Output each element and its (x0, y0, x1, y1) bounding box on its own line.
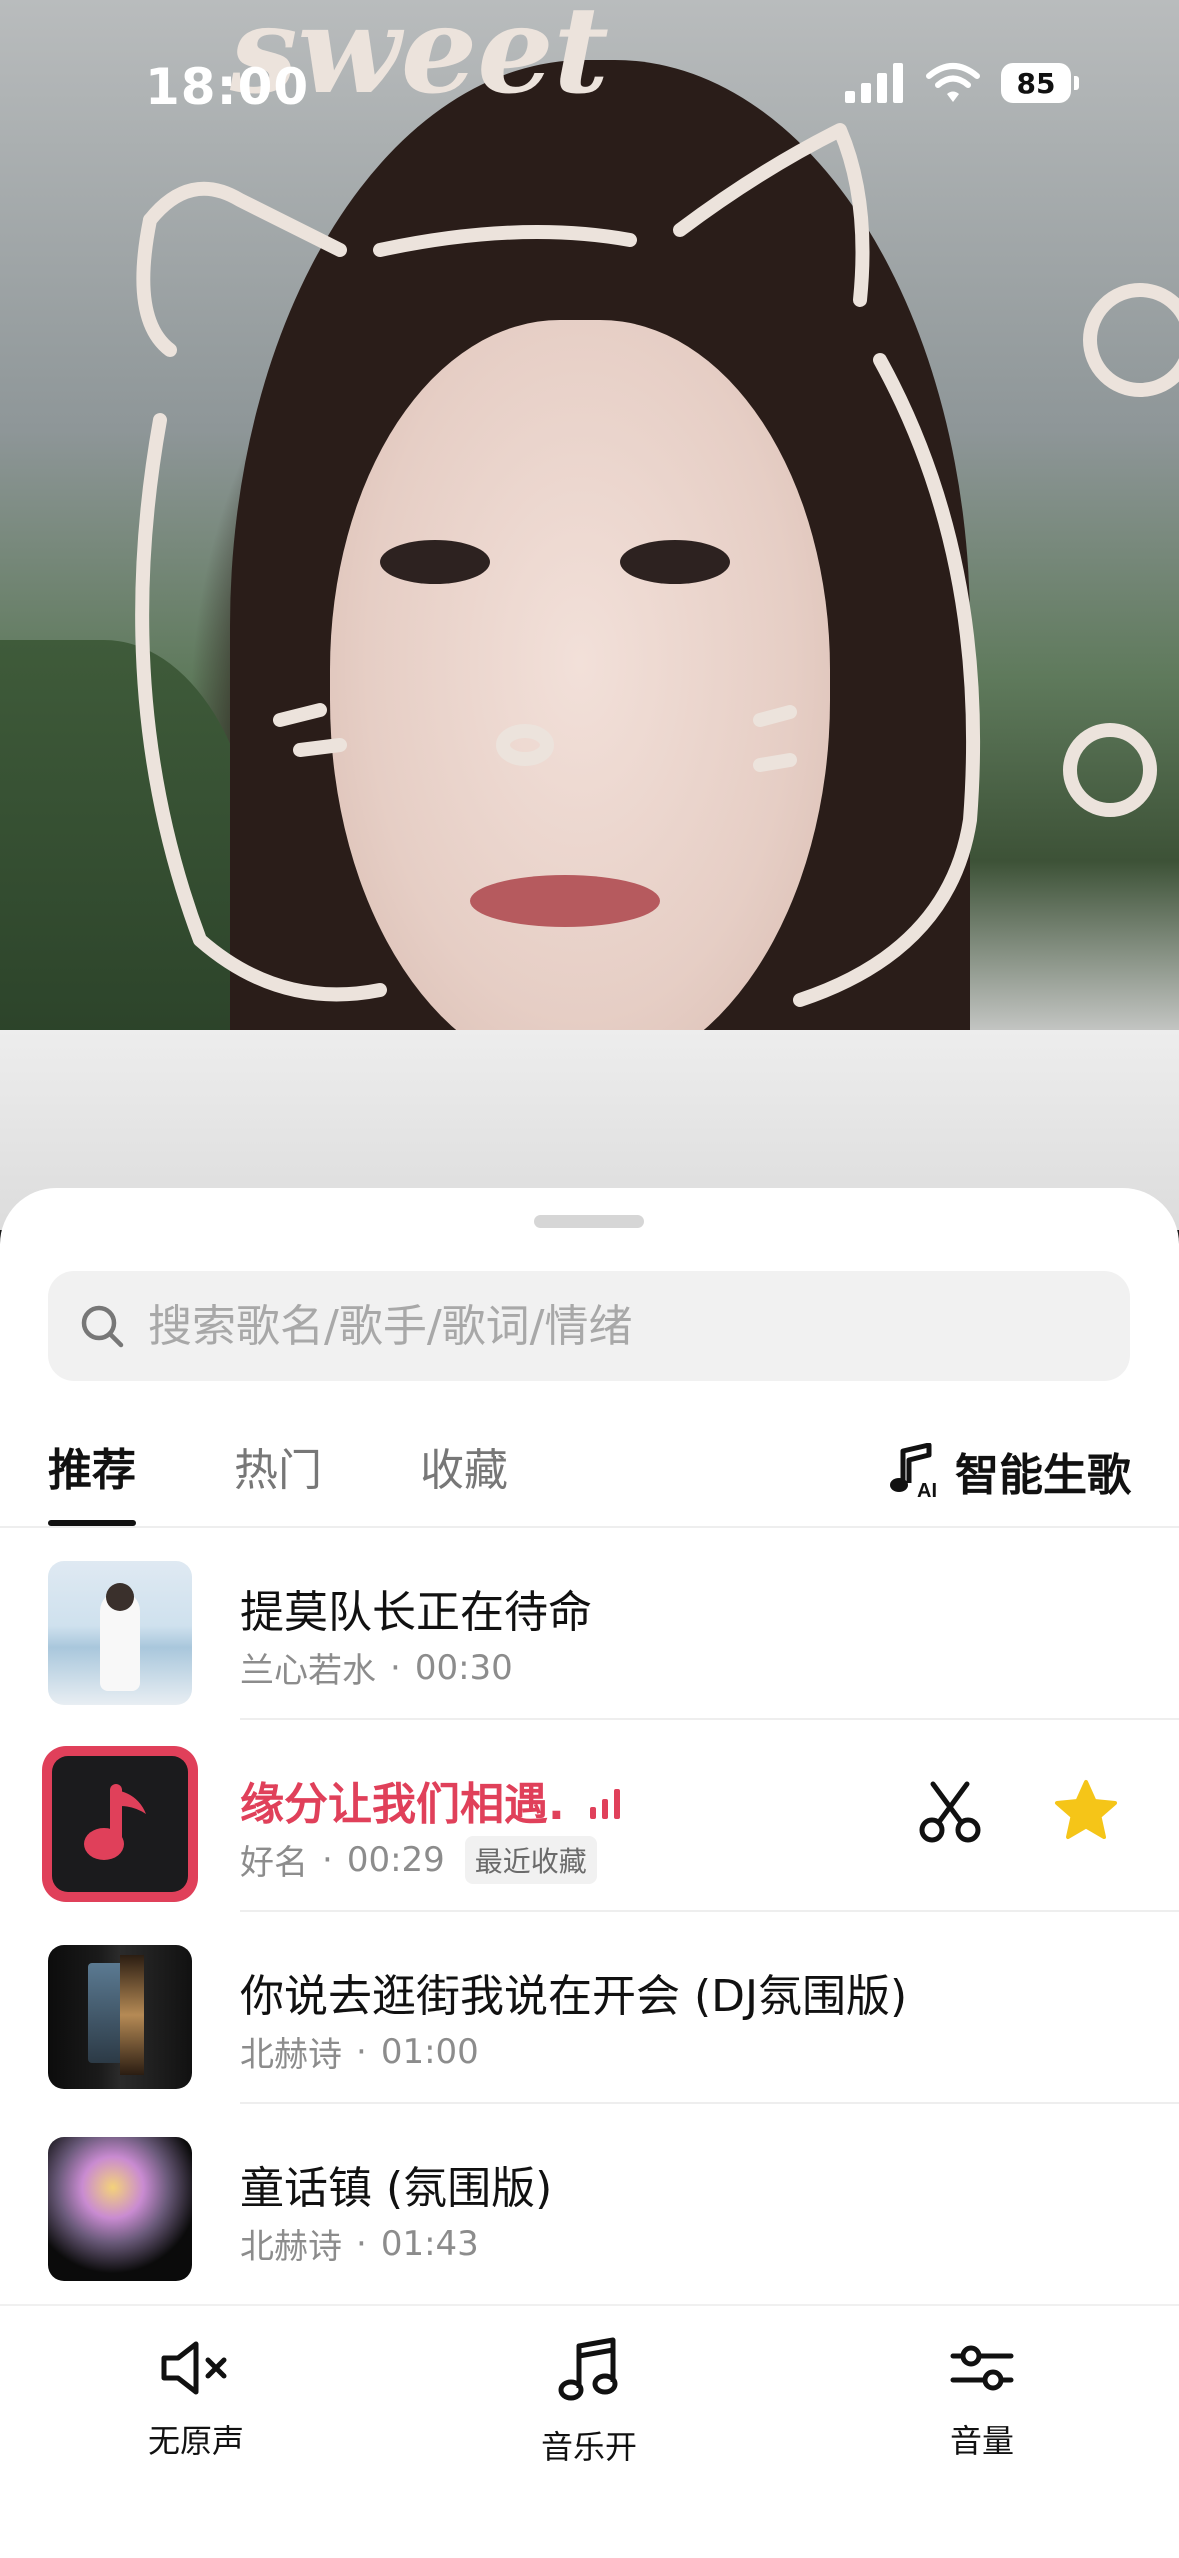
camera-preview: sweet (0, 0, 1179, 1230)
song-row[interactable]: 提莫队长正在待命 兰心若水 · 00:30 (0, 1528, 1179, 1720)
cat-doodle-sticker (135, 123, 1179, 1007)
meta-separator: · (356, 2031, 367, 2072)
favorite-star-icon[interactable] (1053, 1778, 1119, 1844)
song-cover (48, 1561, 192, 1705)
song-artist: 好名 (240, 1843, 308, 1883)
song-duration: 01:00 (380, 2031, 479, 2072)
recent-favorite-badge: 最近收藏 (464, 1835, 597, 1884)
scissors-icon[interactable] (917, 1778, 983, 1844)
song-meta: 兰心若水 · 00:30 (240, 1643, 513, 1692)
sliders-icon (950, 2345, 1014, 2391)
song-meta: 北赫诗 · 01:43 (240, 2219, 479, 2268)
song-list: 提莫队长正在待命 兰心若水 · 00:30 缘分让我们相遇. 好名 · 00:2… (0, 1528, 1179, 2296)
bottom-toolbar: 无原声 音乐开 音量 (0, 2304, 1179, 2558)
search-input[interactable] (146, 1299, 1050, 1353)
song-row[interactable]: 你说去逛街我说在开会 (DJ氛围版) 北赫诗 · 01:00 (0, 1912, 1179, 2104)
meta-separator: · (356, 2223, 367, 2264)
music-note-icon (558, 2337, 618, 2401)
tab-recommended[interactable]: 推荐 (48, 1416, 136, 1526)
song-artist: 北赫诗 (240, 2227, 342, 2267)
song-cover (42, 1746, 198, 1902)
music-toggle-label: 音乐开 (540, 2428, 637, 2466)
sheet-grabber[interactable] (534, 1215, 644, 1228)
music-note-icon (84, 1784, 146, 1860)
song-cover (48, 1945, 192, 2089)
search-icon (81, 1305, 124, 1348)
song-actions (917, 1778, 1119, 1844)
svg-text:AI: AI (917, 1480, 937, 1499)
song-artist: 兰心若水 (240, 1651, 376, 1691)
smart-song-button[interactable]: AI 智能生歌 (889, 1416, 1131, 1526)
meta-separator: · (322, 1839, 333, 1880)
song-duration: 00:30 (414, 1647, 513, 1688)
song-row[interactable]: 童话镇 (氛围版) 北赫诗 · 01:43 (0, 2104, 1179, 2296)
volume-button[interactable]: 音量 (882, 2336, 1082, 2462)
song-title: 缘分让我们相遇. (240, 1768, 624, 1832)
tab-favorites[interactable]: 收藏 (420, 1416, 508, 1526)
status-time: 18:00 (145, 58, 310, 116)
song-duration: 00:29 (346, 1839, 445, 1880)
meta-separator: · (390, 1647, 401, 1688)
mute-original-button[interactable]: 无原声 (96, 2336, 296, 2462)
song-meta: 好名 · 00:29 最近收藏 (240, 1835, 597, 1884)
tab-bar: 推荐 热门 收藏 AI 智能生歌 (0, 1416, 1179, 1526)
wifi-icon (926, 63, 980, 102)
speaker-mute-icon (161, 2341, 227, 2395)
music-ai-icon: AI (890, 1443, 937, 1499)
mute-original-label: 无原声 (147, 2422, 244, 2460)
song-title: 提莫队长正在待命 (240, 1587, 592, 1638)
tab-hot[interactable]: 热门 (234, 1416, 322, 1526)
song-cover (48, 2137, 192, 2281)
song-title-text: 缘分让我们相遇. (240, 1779, 565, 1830)
status-bar: 18:00 85 (0, 0, 1179, 170)
music-toggle-button[interactable]: 音乐开 (489, 2336, 689, 2468)
song-title: 你说去逛街我说在开会 (DJ氛围版) (240, 1971, 908, 2022)
song-title: 童话镇 (氛围版) (240, 2163, 553, 2214)
volume-label: 音量 (949, 2422, 1014, 2460)
smart-song-label: 智能生歌 (955, 1450, 1131, 1501)
status-icons: 85 (845, 62, 1079, 104)
battery-level: 85 (1001, 63, 1071, 103)
search-bar[interactable] (48, 1271, 1130, 1381)
cellular-signal-icon (845, 63, 903, 103)
song-row-selected[interactable]: 缘分让我们相遇. 好名 · 00:29 最近收藏 (0, 1720, 1179, 1912)
song-duration: 01:43 (380, 2223, 479, 2264)
playing-bars-icon (590, 1789, 621, 1819)
song-artist: 北赫诗 (240, 2035, 342, 2075)
battery-indicator: 85 (1001, 63, 1079, 103)
song-meta: 北赫诗 · 01:00 (240, 2027, 479, 2076)
